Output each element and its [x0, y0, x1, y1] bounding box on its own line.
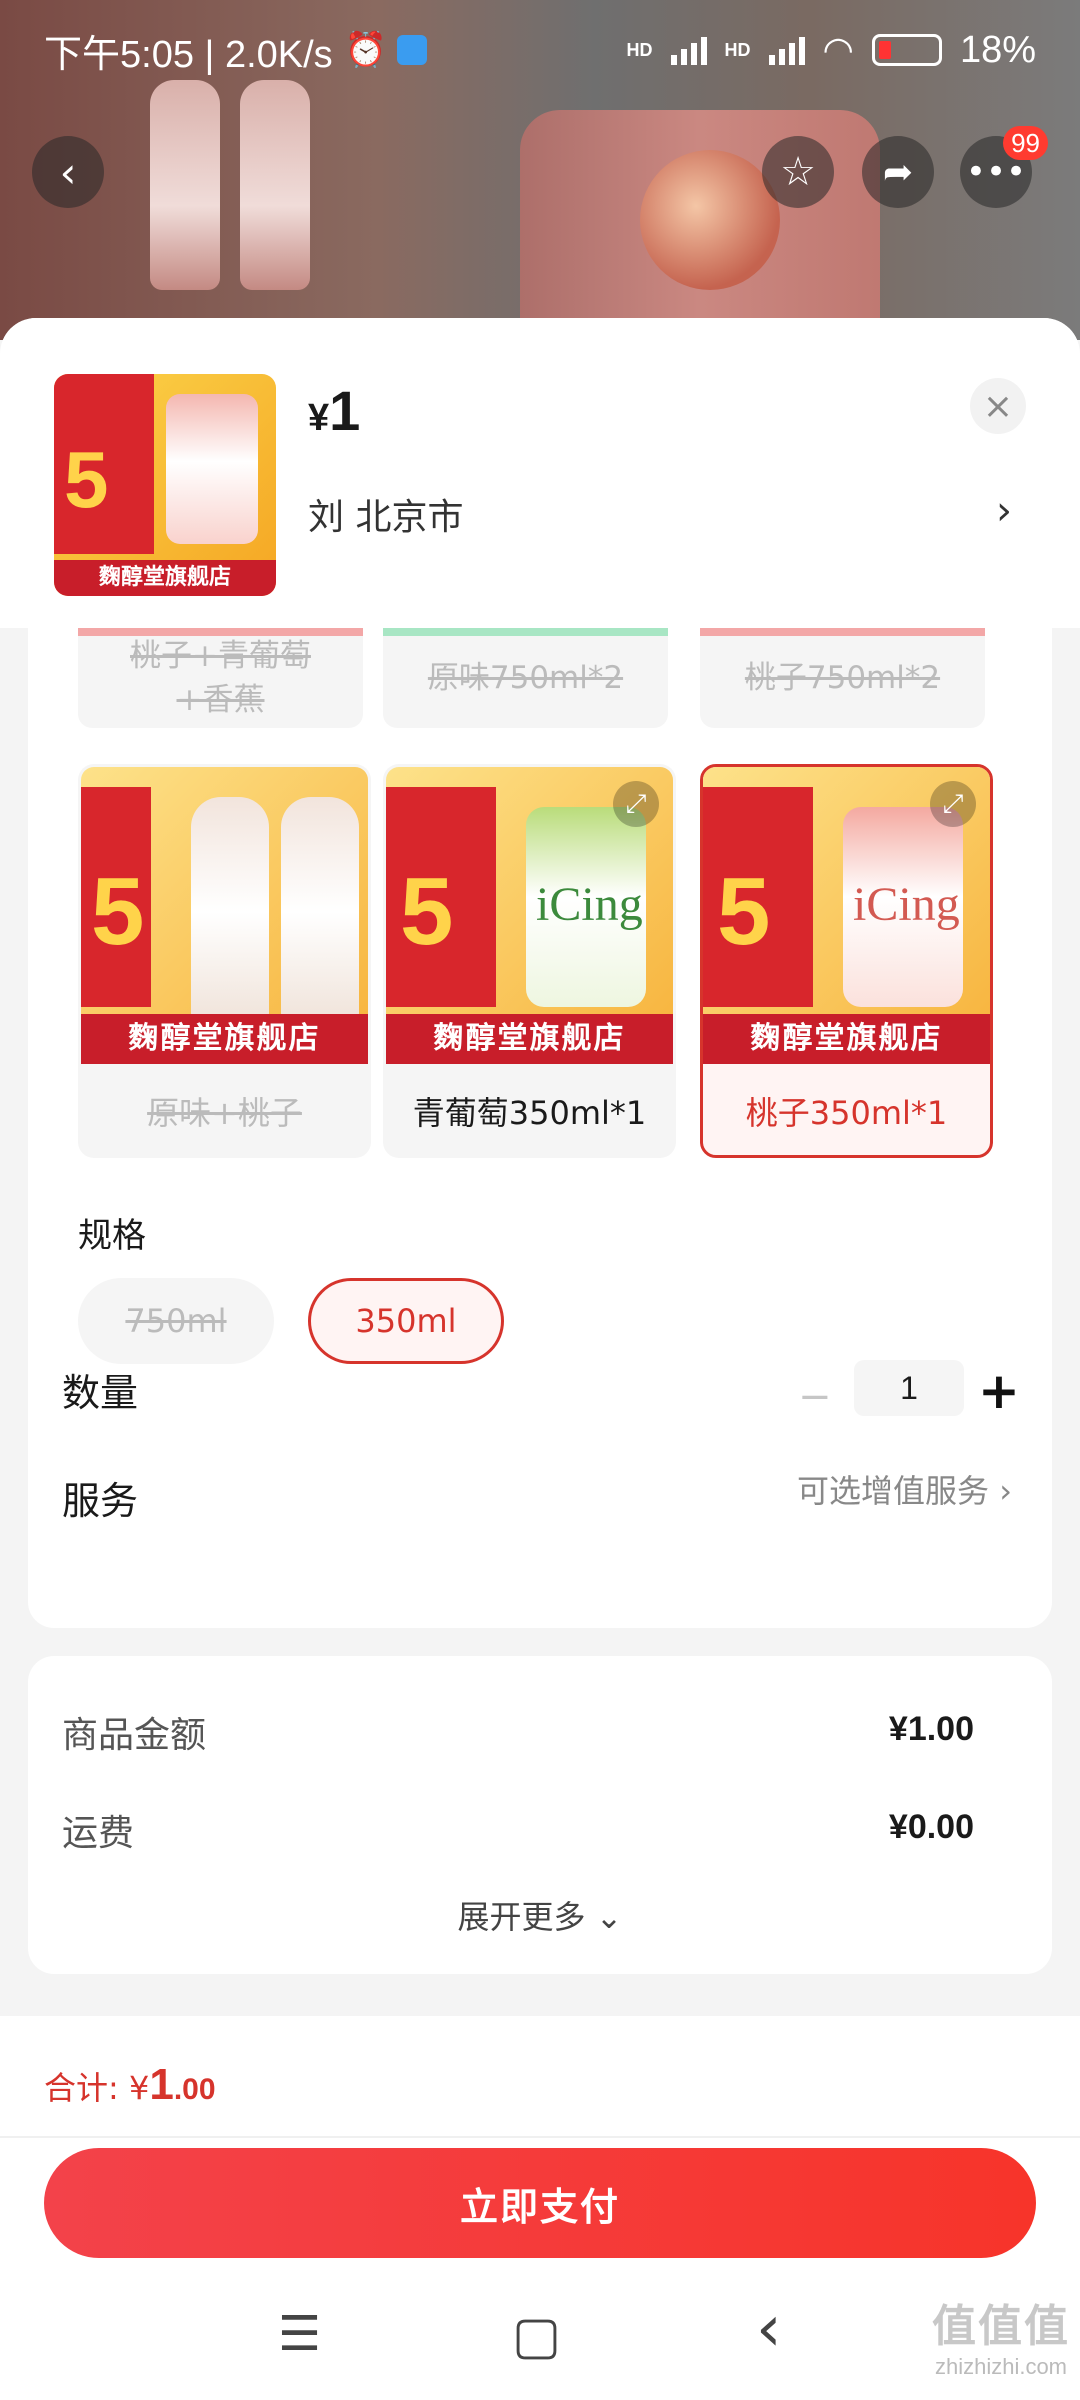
sheet-header: 5 麴醇堂旗舰店 ¥1 × 刘 北京市 › [0, 318, 1080, 628]
quantity-increase-button[interactable]: + [978, 1362, 1020, 1420]
price: ¥1 [308, 378, 360, 443]
app-notification-icon [397, 35, 428, 65]
option-image: 5 iCing ⤢ 麴醇堂旗舰店 [386, 767, 673, 1064]
spec-chip-350ml[interactable]: 350ml [308, 1278, 504, 1364]
store-band: 麴醇堂旗舰店 [81, 1014, 368, 1064]
option-image: 5 麴醇堂旗舰店 [81, 767, 368, 1064]
hd-label: HD [626, 39, 653, 60]
quantity-title: 数量 [62, 1371, 139, 1415]
close-button[interactable]: × [970, 378, 1026, 434]
bottle-image [150, 80, 220, 290]
option-card-green-grape[interactable]: 5 iCing ⤢ 麴醇堂旗舰店 青葡萄350ml*1 [383, 764, 676, 1158]
bottle-image [191, 797, 269, 1027]
service-options-link[interactable]: 可选增值服务 › [797, 1466, 1012, 1512]
product-thumbnail[interactable]: 5 麴醇堂旗舰店 [54, 374, 276, 596]
status-bar: 下午5:05 | 2.0K/s ⏰ HD HD ◠ 18% [0, 0, 1080, 100]
notification-badge: 99 [1003, 126, 1048, 160]
more-button[interactable]: ••• 99 [960, 126, 1048, 208]
checkout-bar: 合计: ¥1.00 立即支付 ☰ ▢ ‹ 值值值 zhizhizhi.com [0, 2016, 1080, 2400]
total-int: 1 [149, 2060, 174, 2109]
shipping-label: 运费 [62, 1813, 135, 1854]
goods-amount-label: 商品金额 [62, 1715, 207, 1756]
home-icon[interactable]: ▢ [512, 2306, 561, 2366]
chevron-left-icon: ‹ [59, 147, 77, 197]
store-band: 麴醇堂旗舰店 [386, 1014, 673, 1064]
option-label: 桃子350ml*1 [745, 1094, 948, 1132]
can-brand-text: iCing [853, 878, 960, 931]
back-button[interactable]: ‹ [32, 136, 104, 208]
delivery-address[interactable]: 刘 北京市 [308, 488, 463, 540]
quantity-decrease-button[interactable]: − [798, 1374, 832, 1420]
quantity-input[interactable]: 1 [854, 1360, 964, 1416]
total-dec: .00 [173, 2073, 216, 2106]
back-nav-icon[interactable]: ‹ [756, 2292, 782, 2366]
hd-label: HD [724, 39, 751, 60]
promo-five-text: 5 [64, 435, 109, 524]
total: 合计: ¥1.00 [44, 2060, 216, 2110]
alarm-icon: ⏰ [344, 30, 388, 70]
options-panel: 桃子+青葡萄+香蕉 原味750ml*2 桃子750ml*2 5 麴醇堂旗舰店 原… [28, 628, 1052, 1628]
expand-more-button[interactable]: 展开更多 ⌄ [28, 1892, 1052, 1938]
favorite-button[interactable]: ☆ [762, 136, 834, 208]
watermark: 值值值 zhizhizhi.com [932, 2302, 1070, 2379]
option-label: 原味750ml*2 [427, 660, 624, 696]
service-title: 服务 [62, 1479, 139, 1523]
option-label: 桃子+青葡萄+香蕉 [130, 638, 311, 718]
can-image [166, 394, 258, 544]
store-band: 麴醇堂旗舰店 [54, 560, 276, 596]
shipping-value: ¥0.00 [888, 1808, 974, 1846]
wifi-icon: ◠ [822, 29, 854, 70]
option-item[interactable]: 桃子+青葡萄+香蕉 [78, 628, 363, 728]
divider [0, 2136, 1080, 2138]
option-label: 原味+桃子 [147, 1094, 302, 1132]
can-brand-text: iCing [536, 878, 643, 931]
expand-icon[interactable]: ⤢ [930, 781, 976, 827]
option-label: 青葡萄350ml*1 [412, 1094, 647, 1132]
bottle-image [240, 80, 310, 290]
spec-chip-750ml[interactable]: 750ml [78, 1278, 274, 1364]
option-card-original-peach[interactable]: 5 麴醇堂旗舰店 原味+桃子 [78, 764, 371, 1158]
share-icon: ➦ [882, 151, 914, 193]
total-label: 合计: ¥ [44, 2069, 150, 2107]
battery-level: 18% [959, 28, 1036, 71]
store-band: 麴醇堂旗舰店 [703, 1014, 990, 1064]
battery-icon [871, 34, 942, 66]
cost-summary: 商品金额 ¥1.00 运费 ¥0.00 展开更多 ⌄ [28, 1656, 1052, 1974]
status-time: 下午5:05 | 2.0K/s [44, 33, 333, 76]
option-image: 5 iCing ⤢ 麴醇堂旗舰店 [703, 767, 990, 1064]
signal-icon [768, 35, 805, 65]
chevron-right-icon[interactable]: › [996, 488, 1012, 534]
spec-title: 规格 [78, 1216, 146, 1256]
close-icon: × [982, 385, 1014, 427]
price-symbol: ¥ [308, 397, 330, 439]
price-value: 1 [329, 379, 361, 442]
option-label: 桃子750ml*2 [744, 660, 941, 696]
star-icon: ☆ [780, 149, 816, 195]
share-button[interactable]: ➦ [862, 136, 934, 208]
bottle-image [281, 797, 359, 1027]
menu-icon[interactable]: ☰ [278, 2306, 321, 2362]
pay-now-button[interactable]: 立即支付 [44, 2148, 1036, 2258]
option-item[interactable]: 桃子750ml*2 [700, 628, 985, 728]
option-card-peach[interactable]: 5 iCing ⤢ 麴醇堂旗舰店 桃子350ml*1 [700, 764, 993, 1158]
peach-image [640, 150, 780, 290]
option-item[interactable]: 原味750ml*2 [383, 628, 668, 728]
signal-icon [670, 35, 707, 65]
goods-amount-value: ¥1.00 [888, 1710, 974, 1748]
expand-icon[interactable]: ⤢ [613, 781, 659, 827]
